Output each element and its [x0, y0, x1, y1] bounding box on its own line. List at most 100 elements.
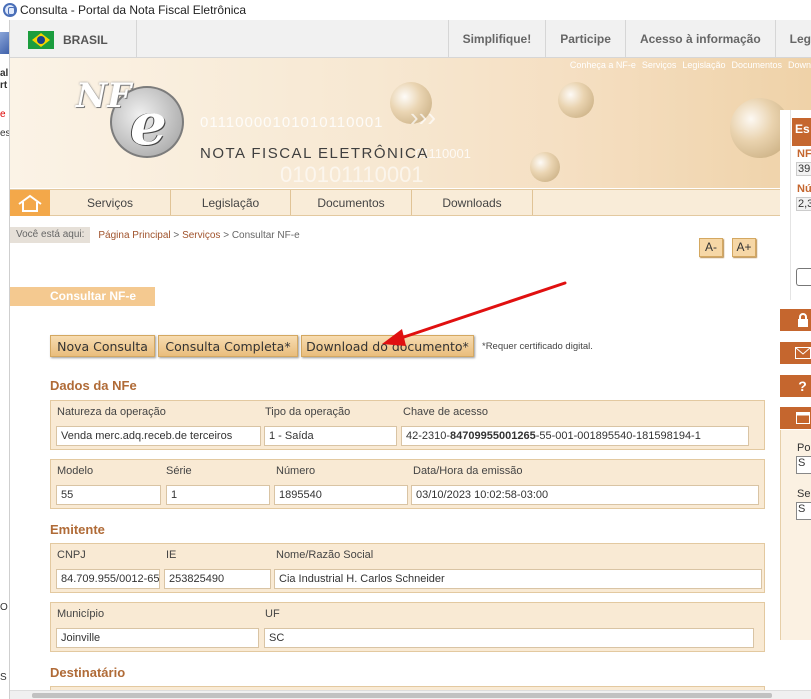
logo-letter: e — [130, 90, 167, 158]
municipio-value: Joinville — [56, 628, 259, 648]
window-title-bar: Consulta - Portal da Nota Fiscal Eletrôn… — [0, 0, 811, 20]
ie-label: IE — [166, 549, 177, 561]
gov-link-participe[interactable]: Participe — [545, 20, 625, 58]
service-label: Se — [797, 488, 811, 500]
divider — [136, 20, 137, 58]
emitente-group-2: Município Joinville UF SC — [50, 602, 765, 652]
breadcrumb-sep: > — [170, 229, 183, 241]
chave-label: Chave de acesso — [403, 406, 488, 418]
stats-header: Es — [792, 118, 811, 146]
chave-value: 42-2310-84709955001265-55-001-001895540-… — [401, 426, 749, 446]
sidebar-checkbox[interactable] — [796, 268, 811, 286]
font-decrease-button[interactable]: A- — [699, 238, 723, 257]
font-increase-button[interactable]: A+ — [732, 238, 756, 257]
right-sidebar: Es NF 39 Nú 2,3 ? Po S Se S — [780, 110, 811, 699]
municipio-label: Município — [57, 608, 105, 620]
gov-link-legislacao[interactable]: Leg — [774, 20, 811, 58]
breadcrumb: Você está aqui: Página Principal > Servi… — [10, 226, 300, 244]
nome-value: Cia Industrial H. Carlos Schneider — [274, 569, 762, 589]
portal-select[interactable]: S — [796, 456, 811, 474]
stats-num-value: 2,3 — [796, 197, 811, 211]
nav-item-legislacao[interactable]: Legislação — [171, 190, 291, 215]
dados-group-2: Modelo 55 Série 1 Número 1895540 Data/Ho… — [50, 459, 765, 509]
tipo-label: Tipo da operação — [265, 406, 351, 418]
window-icon[interactable] — [780, 407, 811, 429]
decor-sphere — [530, 152, 560, 182]
nfe-logo-text: NF — [76, 76, 132, 116]
browser-icon — [3, 3, 17, 17]
numero-value: 1895540 — [274, 485, 408, 505]
cnpj-label: CNPJ — [57, 549, 86, 561]
chave-prefix: 42-2310- — [406, 430, 451, 442]
serie-label: Série — [166, 465, 192, 477]
nome-label: Nome/Razão Social — [276, 549, 374, 561]
modelo-value: 55 — [56, 485, 161, 505]
download-documento-button[interactable]: Download do documento* — [301, 335, 474, 357]
home-icon[interactable] — [10, 190, 50, 216]
nav-item-documentos[interactable]: Documentos — [291, 190, 412, 215]
strip-text: O — [0, 602, 8, 613]
decor-binary: 010101110001 — [280, 162, 424, 187]
help-icon[interactable]: ? — [780, 375, 811, 397]
service-select[interactable]: S — [796, 502, 811, 520]
certificate-note: *Requer certificado digital. — [482, 341, 593, 352]
strip-text: e — [0, 109, 6, 120]
emitente-group-1: CNPJ 84.709.955/0012-65 IE 253825490 Nom… — [50, 543, 765, 593]
decor-binary: 01110000101010110001 — [200, 114, 384, 131]
tipo-value: 1 - Saída — [264, 426, 397, 446]
cnpj-value: 84.709.955/0012-65 — [56, 569, 160, 589]
chave-cnpj: 84709955001265 — [450, 430, 536, 442]
stats-nfe-value: 39 — [796, 162, 811, 176]
nav-item-servicos[interactable]: Serviços — [50, 190, 171, 215]
lock-icon[interactable] — [780, 309, 811, 331]
envelope-icon[interactable] — [780, 342, 811, 364]
brazil-flag-icon[interactable] — [28, 31, 54, 49]
stats-nfe-label: NF — [797, 148, 811, 160]
section-dados-nfe: Dados da NFe — [50, 378, 137, 393]
main-nav: Serviços Legislação Documentos Downloads — [10, 189, 780, 216]
natureza-label: Natureza da operação — [57, 406, 166, 418]
banner-link[interactable]: Conheça a NF-e — [570, 60, 636, 70]
decor-sphere — [558, 82, 594, 118]
section-emitente: Emitente — [50, 522, 105, 537]
banner-link[interactable]: Legislação — [682, 60, 725, 70]
portal-label: Po — [797, 442, 811, 454]
window-title: Consulta - Portal da Nota Fiscal Eletrôn… — [20, 3, 247, 17]
nova-consulta-button[interactable]: Nova Consulta — [50, 335, 155, 357]
page-title: Consultar NF-e — [50, 289, 137, 303]
ie-value: 253825490 — [164, 569, 271, 589]
gov-link-acesso[interactable]: Acesso à informação — [624, 20, 775, 58]
gov-link-simplifique[interactable]: Simplifique! — [447, 20, 546, 58]
strip-text: rt — [0, 80, 8, 91]
breadcrumb-current: Consultar NF-e — [231, 229, 300, 241]
gov-bar: BRASIL Simplifique! Participe Acesso à i… — [10, 20, 811, 58]
background-window-strip: al rt e es O S — [0, 20, 10, 699]
emissao-label: Data/Hora da emissão — [413, 465, 523, 477]
banner-link[interactable]: Documentos — [731, 60, 782, 70]
decor-chevron: ››› — [410, 102, 436, 132]
emissao-value: 03/10/2023 10:02:58-03:00 — [411, 485, 759, 505]
dados-group-1: Natureza da operação Venda merc.adq.rece… — [50, 400, 765, 450]
section-destinatario: Destinatário — [50, 665, 126, 680]
gov-links: Simplifique! Participe Acesso à informaç… — [447, 20, 811, 58]
consulta-completa-button[interactable]: Consulta Completa* — [158, 335, 298, 357]
strip-text: S — [0, 672, 7, 683]
uf-value: SC — [264, 628, 754, 648]
modelo-label: Modelo — [57, 465, 94, 477]
banner-link[interactable]: Down — [788, 60, 811, 70]
breadcrumb-services[interactable]: Serviços — [182, 230, 220, 241]
stats-num-label: Nú — [797, 183, 811, 195]
scrollbar-thumb[interactable] — [32, 693, 772, 698]
numero-label: Número — [276, 465, 316, 477]
natureza-value: Venda merc.adq.receb.de terceiros — [56, 426, 261, 446]
horizontal-scrollbar[interactable] — [10, 690, 811, 699]
breadcrumb-label: Você está aqui: — [10, 227, 91, 243]
banner-link[interactable]: Serviços — [642, 60, 677, 70]
breadcrumb-home[interactable]: Página Principal — [98, 230, 170, 241]
breadcrumb-sep: > — [220, 229, 232, 241]
nav-item-downloads[interactable]: Downloads — [412, 190, 533, 215]
banner-links: Conheça a NF-e Serviços Legislação Docum… — [570, 60, 811, 70]
uf-label: UF — [265, 608, 280, 620]
strip-text: es — [0, 128, 10, 139]
brasil-link[interactable]: BRASIL — [63, 33, 108, 47]
